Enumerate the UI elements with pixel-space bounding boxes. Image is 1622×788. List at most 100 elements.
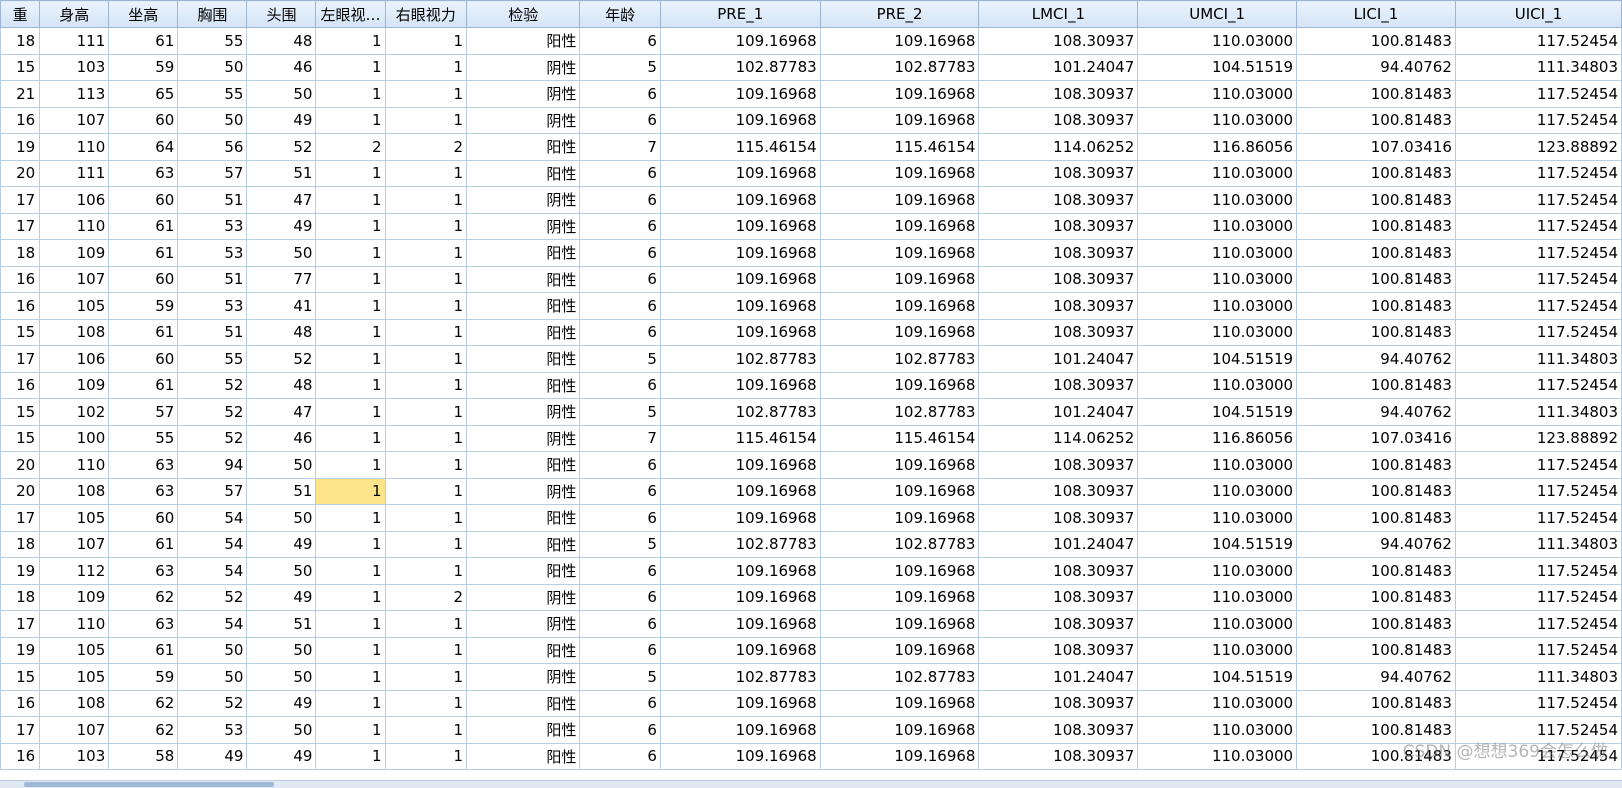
table-cell[interactable]: 111.34803 xyxy=(1454,530,1622,558)
table-cell[interactable]: 1 xyxy=(384,477,468,505)
table-cell[interactable]: 1 xyxy=(384,716,468,744)
table-cell[interactable]: 110.03000 xyxy=(1137,80,1298,108)
table-cell[interactable]: 104.51519 xyxy=(1137,53,1298,81)
table-cell[interactable]: 117.52454 xyxy=(1454,212,1622,240)
table-cell[interactable]: 54 xyxy=(177,530,248,558)
table-cell[interactable]: 107 xyxy=(39,265,110,293)
table-cell[interactable]: 49 xyxy=(246,742,317,770)
table-cell[interactable]: 94 xyxy=(177,451,248,479)
table-cell[interactable]: 108.30937 xyxy=(978,212,1139,240)
table-cell[interactable]: 1 xyxy=(384,265,468,293)
table-cell[interactable]: 115.46154 xyxy=(659,424,821,452)
table-cell[interactable]: 阴性 xyxy=(466,53,581,81)
table-cell[interactable]: 48 xyxy=(246,27,317,55)
table-cell[interactable]: 1 xyxy=(315,716,386,744)
table-cell[interactable]: 6 xyxy=(579,636,661,664)
table-cell[interactable]: 109.16968 xyxy=(659,27,821,55)
column-header[interactable]: LMCI_1 xyxy=(978,0,1139,28)
table-cell[interactable]: 109.16968 xyxy=(819,80,980,108)
table-cell[interactable]: 109.16968 xyxy=(819,557,980,585)
table-cell[interactable]: 55 xyxy=(108,424,179,452)
table-cell[interactable]: 1 xyxy=(315,53,386,81)
table-cell[interactable]: 6 xyxy=(579,689,661,717)
table-cell[interactable]: 50 xyxy=(246,557,317,585)
table-cell[interactable]: 109.16968 xyxy=(819,689,980,717)
table-cell[interactable]: 7 xyxy=(579,133,661,161)
table-cell[interactable]: 123.88892 xyxy=(1454,133,1622,161)
table-cell[interactable]: 1 xyxy=(315,159,386,187)
table-cell[interactable]: 100.81483 xyxy=(1296,716,1456,744)
table-cell[interactable]: 41 xyxy=(246,292,317,320)
table-cell[interactable]: 51 xyxy=(246,610,317,638)
table-cell[interactable]: 6 xyxy=(579,159,661,187)
column-header[interactable]: 重 xyxy=(0,0,41,28)
table-cell[interactable]: 6 xyxy=(579,212,661,240)
table-cell[interactable]: 109.16968 xyxy=(819,106,980,134)
table-cell[interactable]: 1 xyxy=(384,345,468,373)
table-cell[interactable]: 阳性 xyxy=(466,530,581,558)
table-cell[interactable]: 1 xyxy=(315,106,386,134)
table-cell[interactable]: 1 xyxy=(315,318,386,346)
table-cell[interactable]: 50 xyxy=(177,663,248,691)
table-cell[interactable]: 15 xyxy=(0,318,41,346)
table-cell[interactable]: 53 xyxy=(177,716,248,744)
table-cell[interactable]: 109.16968 xyxy=(659,716,821,744)
table-cell[interactable]: 65 xyxy=(108,80,179,108)
column-header[interactable]: PRE_1 xyxy=(659,0,821,28)
table-cell[interactable]: 108.30937 xyxy=(978,742,1139,770)
table-cell[interactable]: 阳性 xyxy=(466,239,581,267)
table-cell[interactable]: 2 xyxy=(384,133,468,161)
table-cell[interactable]: 101.24047 xyxy=(978,530,1139,558)
table-cell[interactable]: 110.03000 xyxy=(1137,477,1298,505)
table-cell[interactable]: 105 xyxy=(39,292,110,320)
table-cell[interactable]: 109.16968 xyxy=(659,636,821,664)
table-cell[interactable]: 110.03000 xyxy=(1137,27,1298,55)
table-cell[interactable]: 117.52454 xyxy=(1454,265,1622,293)
table-cell[interactable]: 100.81483 xyxy=(1296,557,1456,585)
table-cell[interactable]: 108 xyxy=(39,689,110,717)
table-cell[interactable]: 102.87783 xyxy=(659,663,821,691)
table-cell[interactable]: 106 xyxy=(39,345,110,373)
table-cell[interactable]: 108.30937 xyxy=(978,477,1139,505)
table-cell[interactable]: 阴性 xyxy=(466,106,581,134)
table-cell[interactable]: 19 xyxy=(0,557,41,585)
table-cell[interactable]: 6 xyxy=(579,318,661,346)
table-cell[interactable]: 114.06252 xyxy=(978,424,1139,452)
data-view-grid[interactable]: 重身高 坐高 胸围 头围 左眼视… 右眼视力 检验 年龄 PRE_1 PRE_2 LMCI_1 UMC… xyxy=(0,0,1622,781)
column-header[interactable]: 检验 xyxy=(466,0,581,28)
table-cell[interactable]: 101.24047 xyxy=(978,663,1139,691)
table-cell[interactable]: 100.81483 xyxy=(1296,292,1456,320)
table-cell[interactable]: 16 xyxy=(0,689,41,717)
table-cell[interactable]: 104.51519 xyxy=(1137,398,1298,426)
table-cell[interactable]: 100.81483 xyxy=(1296,583,1456,611)
table-cell[interactable]: 阳性 xyxy=(466,636,581,664)
table-cell[interactable]: 阴性 xyxy=(466,663,581,691)
table-cell[interactable]: 1 xyxy=(384,212,468,240)
table-cell[interactable]: 55 xyxy=(177,27,248,55)
table-cell[interactable]: 109.16968 xyxy=(819,742,980,770)
table-cell[interactable]: 52 xyxy=(177,583,248,611)
table-cell[interactable]: 109.16968 xyxy=(659,159,821,187)
table-cell[interactable]: 109.16968 xyxy=(659,689,821,717)
table-cell[interactable]: 109.16968 xyxy=(819,212,980,240)
table-cell[interactable]: 108.30937 xyxy=(978,689,1139,717)
table-cell[interactable]: 105 xyxy=(39,663,110,691)
table-cell[interactable]: 阳性 xyxy=(466,27,581,55)
table-cell[interactable]: 117.52454 xyxy=(1454,80,1622,108)
table-cell[interactable]: 52 xyxy=(246,345,317,373)
table-cell[interactable]: 1 xyxy=(315,636,386,664)
table-cell[interactable]: 107 xyxy=(39,106,110,134)
table-cell[interactable]: 108.30937 xyxy=(978,610,1139,638)
table-cell[interactable]: 108.30937 xyxy=(978,106,1139,134)
column-header[interactable]: 坐高 xyxy=(108,0,179,28)
table-cell[interactable]: 60 xyxy=(108,504,179,532)
table-cell[interactable]: 117.52454 xyxy=(1454,239,1622,267)
table-cell[interactable]: 108.30937 xyxy=(978,716,1139,744)
table-cell[interactable]: 1 xyxy=(384,398,468,426)
table-cell[interactable]: 100.81483 xyxy=(1296,610,1456,638)
table-cell[interactable]: 109.16968 xyxy=(659,477,821,505)
table-cell[interactable]: 104.51519 xyxy=(1137,530,1298,558)
table-cell[interactable]: 101.24047 xyxy=(978,345,1139,373)
table-cell[interactable]: 108.30937 xyxy=(978,371,1139,399)
table-cell[interactable]: 19 xyxy=(0,636,41,664)
